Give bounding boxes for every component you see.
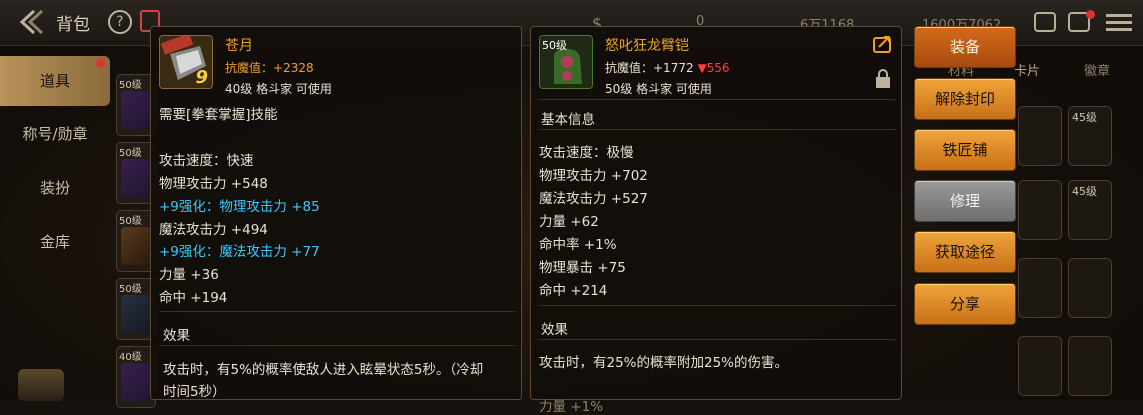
divider — [159, 311, 515, 312]
stat-line: 物理暴击 +75 — [539, 260, 626, 276]
equip-button[interactable]: 装备 — [914, 26, 1016, 68]
stat-line: 魔法攻击力 +527 — [539, 191, 648, 207]
notification-dot — [96, 59, 105, 68]
menu-icon[interactable] — [1106, 12, 1132, 32]
requirement-text: 需要[拳套掌握]技能 — [159, 107, 278, 123]
magic-resist: 抗魔值：+1772 ▼556 — [605, 59, 730, 76]
divider — [539, 99, 895, 100]
diff-down: ▼556 — [697, 61, 730, 75]
bag-icon[interactable] — [1034, 12, 1056, 32]
divider — [539, 129, 895, 130]
item-info: 40级 格斗家 可使用 — [225, 82, 332, 96]
inventory-slot[interactable] — [1068, 258, 1112, 318]
magic-resist-value: 抗魔值：+1772 — [605, 61, 694, 75]
slot-level: 40级 — [119, 352, 142, 363]
inventory-slot[interactable]: 45级 — [1068, 106, 1112, 166]
stat-line: 力量 +62 — [539, 214, 599, 230]
acquire-route-button[interactable]: 获取途径 — [914, 231, 1016, 273]
level-badge: 50级 — [542, 39, 567, 52]
stat-line: 命中 +194 — [159, 290, 228, 306]
item-icon: 50级 — [539, 35, 593, 89]
inventory-slot[interactable]: 45级 — [1068, 180, 1112, 240]
blacksmith-button[interactable]: 铁匠铺 — [914, 129, 1016, 171]
enhance-badge: 9 — [195, 67, 208, 88]
stat-line-enhance: +9强化：魔法攻击力 +77 — [159, 244, 320, 260]
help-icon[interactable]: ? — [103, 5, 137, 39]
sidebar-item-label: 金库 — [39, 233, 70, 251]
share-icon[interactable] — [873, 35, 893, 53]
sidebar-item-items[interactable]: 道具 — [0, 56, 110, 106]
stat-line: 力量 +36 — [159, 267, 219, 283]
item-art — [121, 295, 151, 333]
stat-line: 攻击速度：快速 — [159, 153, 254, 169]
stat-line: 攻击速度：极慢 — [539, 145, 634, 161]
inventory-slot[interactable] — [1018, 258, 1062, 318]
item-art — [121, 91, 151, 129]
page-title: 背包 — [56, 15, 90, 35]
sidebar-item-label: 称号/勋章 — [22, 125, 88, 143]
item-tooltip-compare: 50级 怒叱狂龙臂铠 抗魔值：+1772 ▼556 50级 格斗家 可使用 基本… — [530, 26, 902, 415]
partial-stat-line: 力量 +1% — [539, 399, 604, 415]
share-button[interactable]: 分享 — [914, 283, 1016, 325]
tab-badges[interactable]: 徽章 — [1084, 60, 1110, 79]
back-arrow-icon[interactable] — [14, 8, 46, 36]
slot-level: 50级 — [119, 80, 142, 91]
stat-line-enhance: +9强化：物理攻击力 +85 — [159, 199, 320, 215]
effect-header: 效果 — [163, 328, 190, 344]
item-icon: 9 — [159, 35, 213, 89]
item-name: 怒叱狂龙臂铠 — [605, 38, 689, 54]
repair-button[interactable]: 修理 — [914, 180, 1016, 222]
slot-level: 45级 — [1072, 185, 1097, 198]
sidebar-item-avatar[interactable]: 装扮 — [0, 163, 110, 213]
stat-line: 物理攻击力 +548 — [159, 176, 268, 192]
sidebar: 道具 称号/勋章 装扮 金库 — [0, 55, 110, 401]
inventory-slot[interactable] — [1018, 106, 1062, 166]
item-art — [121, 159, 151, 197]
lock-icon[interactable] — [875, 69, 891, 89]
item-name: 苍月 — [225, 38, 253, 54]
inventory-slot[interactable] — [1018, 336, 1062, 396]
bottom-item-icon[interactable] — [18, 369, 64, 401]
effect-header: 效果 — [541, 322, 568, 338]
magic-resist: 抗魔值：+2328 — [225, 61, 314, 75]
sidebar-item-vault[interactable]: 金库 — [0, 217, 110, 267]
sidebar-item-titles[interactable]: 称号/勋章 — [0, 109, 110, 159]
item-art — [121, 227, 151, 265]
inventory-slot[interactable] — [1018, 180, 1062, 240]
stat-line: 命中率 +1% — [539, 237, 617, 253]
divider — [539, 305, 895, 306]
tab-cards[interactable]: 卡片 — [1014, 60, 1040, 79]
unseal-button[interactable]: 解除封印 — [914, 78, 1016, 120]
slot-level: 50级 — [119, 284, 142, 295]
effect-text: 攻击时，有5%的概率使敌人进入眩晕状态5秒。（冷却 — [163, 362, 484, 378]
mail-badge — [1086, 10, 1095, 19]
divider — [159, 345, 515, 346]
inventory-slot[interactable] — [1068, 336, 1112, 396]
sidebar-item-label: 装扮 — [39, 179, 70, 197]
slot-level: 50级 — [119, 216, 142, 227]
basic-info-header: 基本信息 — [541, 112, 595, 128]
stat-line: 魔法攻击力 +494 — [159, 222, 268, 238]
effect-text: 时间5秒） — [163, 384, 226, 400]
slot-level: 45级 — [1072, 111, 1097, 124]
item-art — [121, 363, 151, 401]
stat-line: 物理攻击力 +702 — [539, 168, 648, 184]
item-info: 50级 格斗家 可使用 — [605, 82, 712, 96]
sidebar-item-label: 道具 — [39, 72, 70, 90]
stat-line: 命中 +214 — [539, 283, 608, 299]
slot-level: 50级 — [119, 148, 142, 159]
divider — [539, 339, 895, 340]
item-tooltip-current: 9 苍月 抗魔值：+2328 40级 格斗家 可使用 需要[拳套掌握]技能 攻击… — [150, 26, 522, 400]
effect-text: 攻击时，有25%的概率附加25%的伤害。 — [539, 355, 789, 371]
